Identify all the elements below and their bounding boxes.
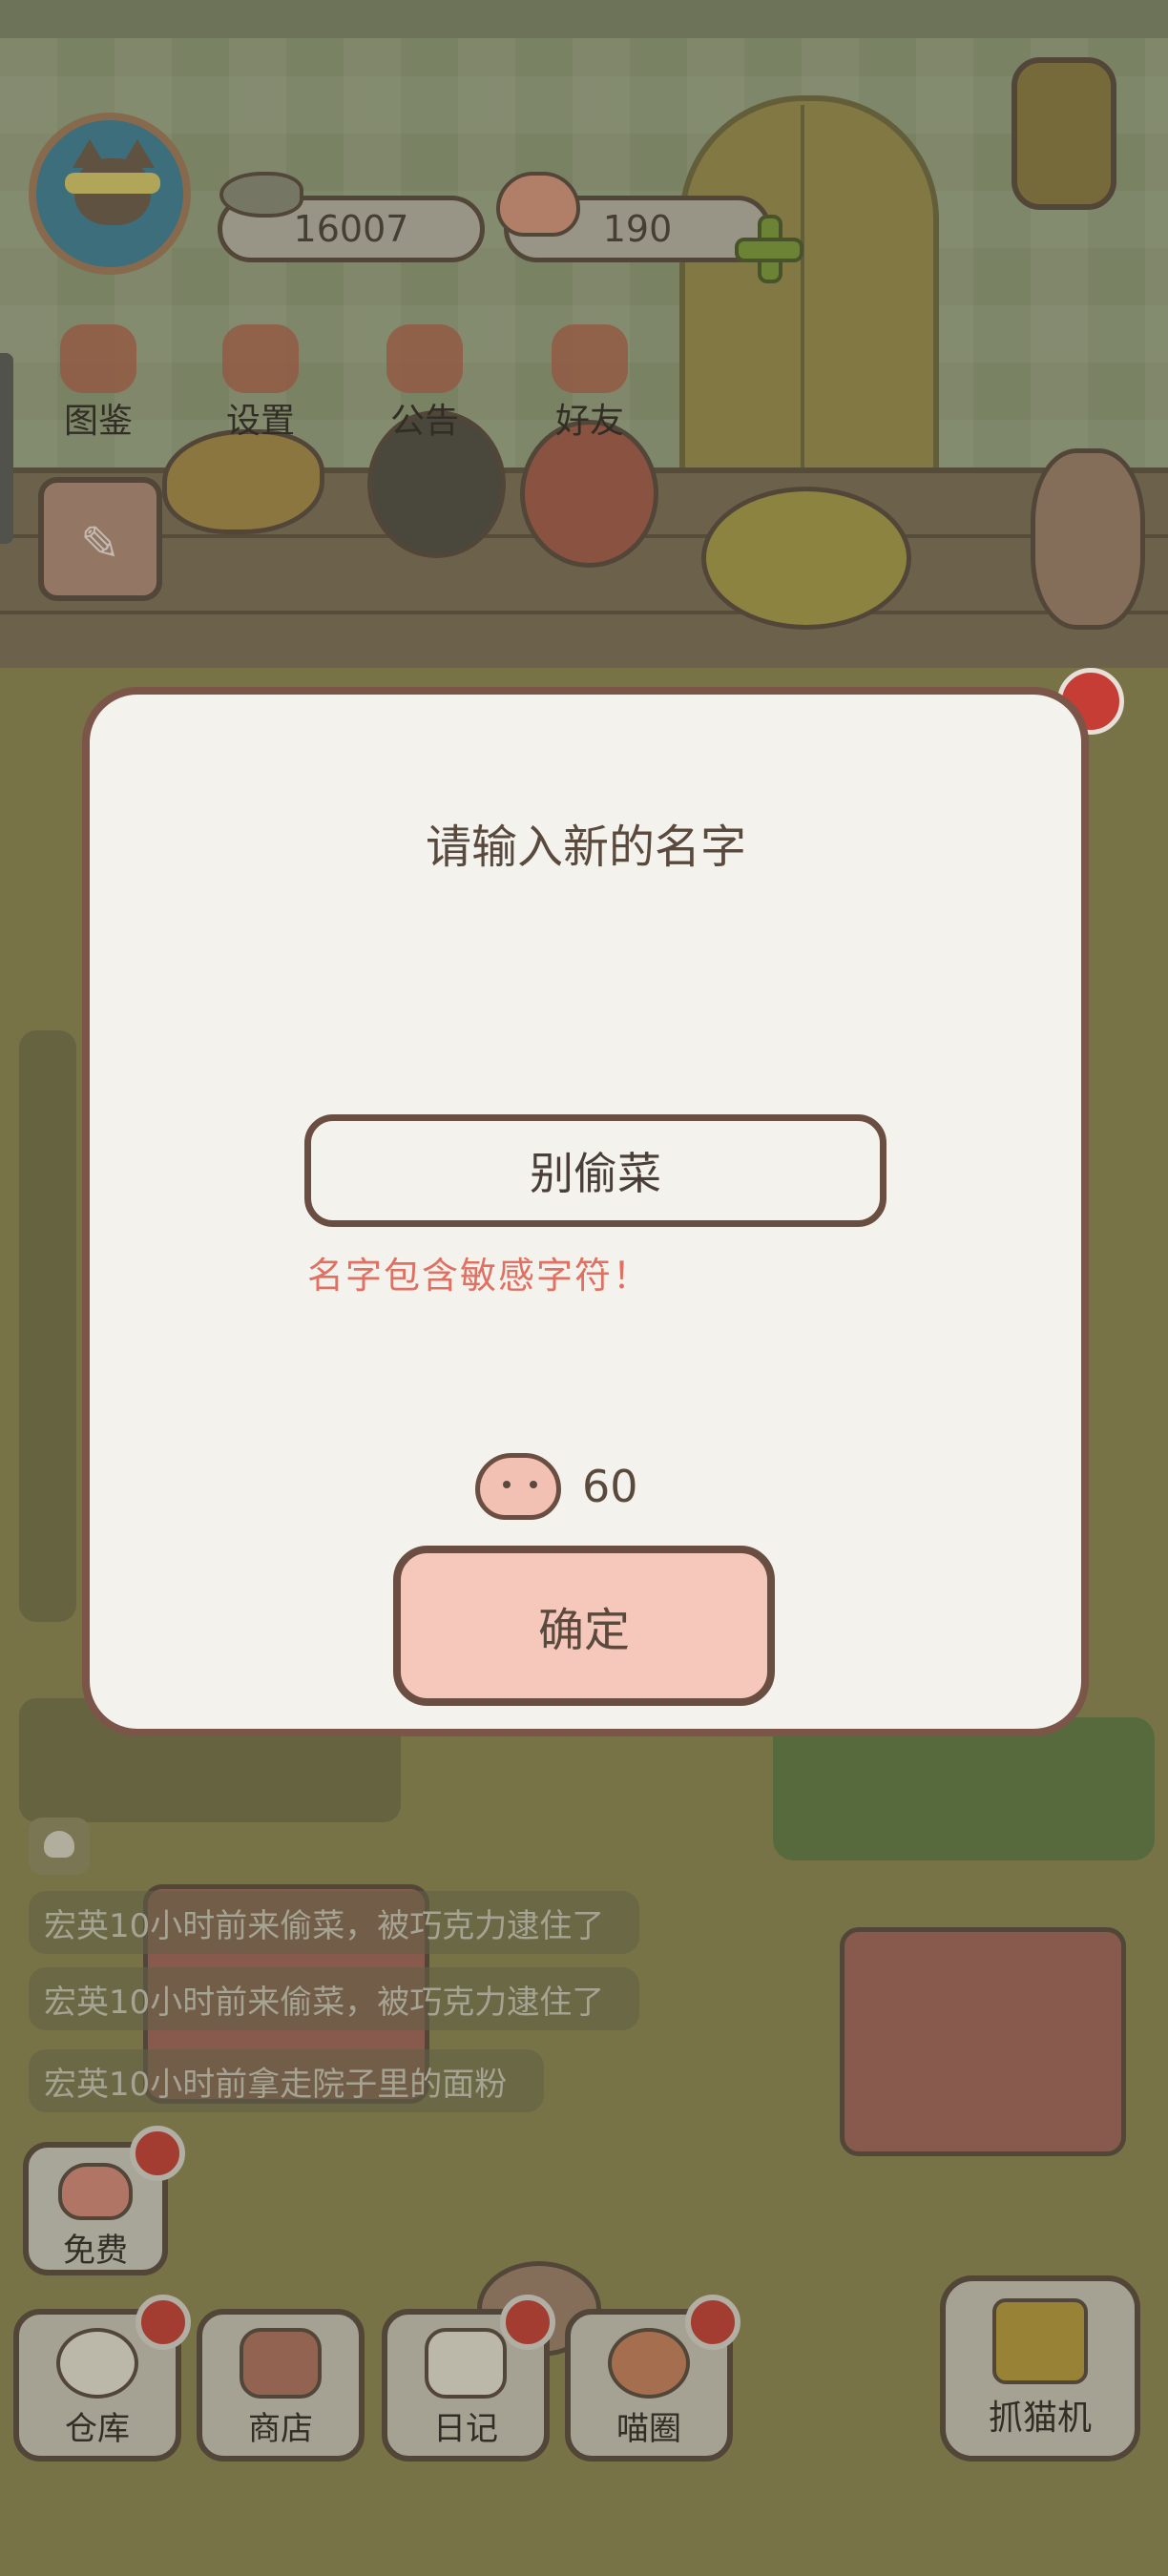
dialog-title: 请输入新的名字 (425, 821, 746, 874)
rename-dialog: 请输入新的名字 名字包含敏感字符！ 60 确定 (82, 687, 1089, 1736)
error-message: 名字包含敏感字符！ (307, 1255, 652, 1297)
confirm-label: 确定 (537, 1604, 630, 1657)
cost-value: 60 (582, 1461, 638, 1512)
name-input[interactable] (304, 1114, 886, 1227)
rename-cost: 60 (475, 1448, 723, 1525)
confirm-button[interactable]: 确定 (393, 1546, 775, 1706)
heart-icon (475, 1453, 561, 1520)
